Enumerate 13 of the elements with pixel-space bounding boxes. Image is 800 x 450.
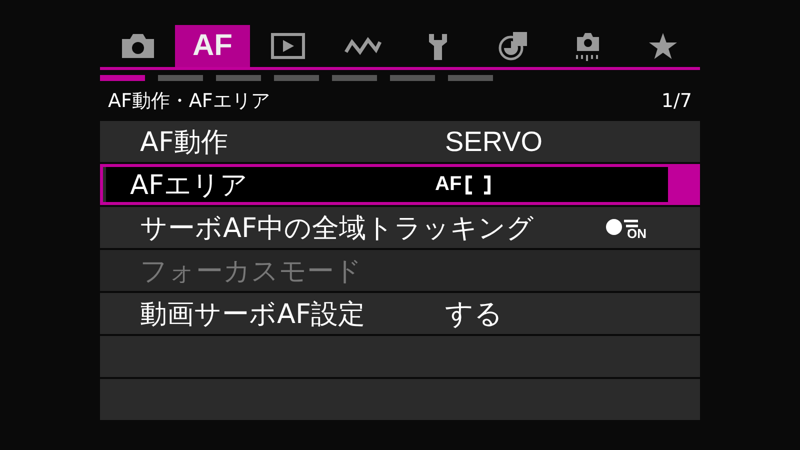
camera-icon bbox=[120, 33, 156, 59]
bracket-icon bbox=[464, 174, 492, 194]
menu-item[interactable]: AFエリア AF bbox=[100, 164, 700, 205]
menu-tab[interactable]: AF bbox=[175, 25, 250, 67]
play-icon bbox=[270, 33, 304, 59]
section-title: AF動作・AFエリア bbox=[108, 89, 270, 114]
page-number: 1/7 bbox=[661, 90, 692, 112]
menu-item[interactable]: サーボAF中の全域トラッキング ON bbox=[100, 207, 700, 248]
star-icon bbox=[648, 33, 676, 59]
wave-icon bbox=[342, 34, 382, 58]
menu-item[interactable]: 動画サーボAF設定 する bbox=[100, 293, 700, 334]
chart-icon bbox=[498, 31, 528, 61]
menu-item[interactable]: AF動作 SERVO bbox=[100, 121, 700, 162]
